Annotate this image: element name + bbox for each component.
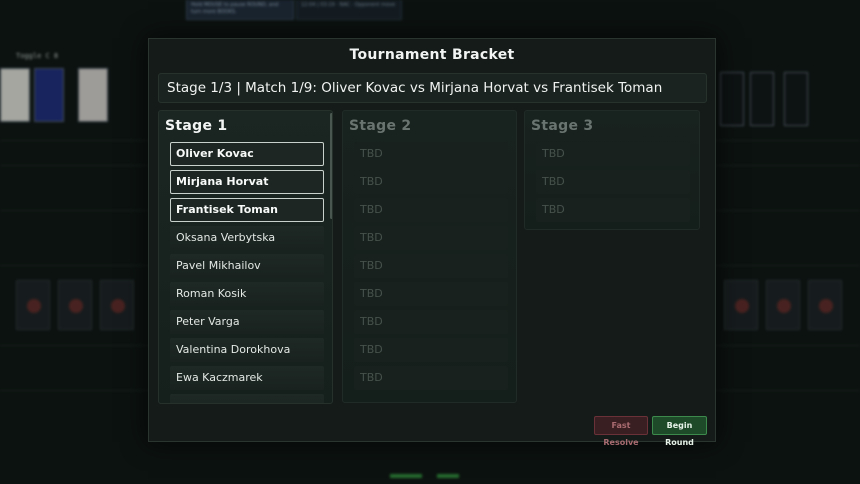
bracket-entry[interactable]: Oksana Verbytska [170,226,324,250]
bracket-entry-tbd: TBD [354,170,508,194]
bracket-entry[interactable]: Pavel Mikhailov [170,254,324,278]
fast-resolve-button[interactable]: Fast Resolve [594,416,648,447]
bracket-entry-tbd: TBD [354,254,508,278]
bracket-entry-tbd: TBD [354,282,508,306]
background-card [0,68,30,122]
current-match-info: Stage 1/3 | Match 1/9: Oliver Kovac vs M… [158,73,707,103]
bracket-entry-tbd: TBD [354,310,508,334]
stage-1-list: Oliver Kovac Mirjana Horvat Frantisek To… [170,142,324,403]
bracket-entry-tbd: TBD [354,226,508,250]
background-card [784,72,808,126]
stage-1-scrollbar[interactable] [330,113,332,219]
bracket-entry[interactable]: Roman Kosik [170,282,324,306]
stage-2-panel: Stage 2 TBD TBD TBD TBD TBD TBD TBD TBD … [342,110,517,403]
bracket-entry-tbd: TBD [536,198,690,222]
bracket-entry-tbd: TBD [536,142,690,166]
stage-3-panel: Stage 3 TBD TBD TBD [524,110,700,230]
background-slot [100,280,134,330]
bracket-entry[interactable]: Valentina Dorokhova [170,338,324,362]
background-bar [390,474,422,478]
background-slot [724,280,758,330]
bracket-entry-active[interactable]: Frantisek Toman [170,198,324,222]
background-toggle-label: Toggle C 8 [16,52,59,60]
stage-1-panel[interactable]: Stage 1 Oliver Kovac Mirjana Horvat Fran… [158,110,333,404]
background-hint-panel: Hold MOUSE to pause ROUND, and turn more… [186,0,294,20]
background-card [720,72,744,126]
begin-round-button[interactable]: Begin Round [652,416,707,447]
background-card [34,68,64,122]
bracket-entry-tbd: TBD [354,338,508,362]
bracket-entry[interactable] [170,394,324,403]
bracket-entry[interactable]: Ewa Kaczmarek [170,366,324,390]
bracket-entry-tbd: TBD [536,170,690,194]
background-card [750,72,774,126]
background-status-panel: 12:04 | 03:19 · NAC · Opponent move [296,0,402,20]
stage-3-title: Stage 3 [531,118,594,134]
bracket-entry-tbd: TBD [354,142,508,166]
background-slot [58,280,92,330]
bracket-entry-active[interactable]: Oliver Kovac [170,142,324,166]
bracket-entry[interactable]: Peter Varga [170,310,324,334]
bracket-entry-tbd: TBD [354,366,508,390]
stage-2-title: Stage 2 [349,118,412,134]
stage-1-title: Stage 1 [165,118,228,134]
background-slot [766,280,800,330]
tournament-bracket-modal: Tournament Bracket Stage 1/3 | Match 1/9… [148,38,716,447]
bracket-entry-active[interactable]: Mirjana Horvat [170,170,324,194]
stage-2-list: TBD TBD TBD TBD TBD TBD TBD TBD TBD [354,142,508,394]
stage-3-list: TBD TBD TBD [536,142,690,226]
bracket-entry-tbd: TBD [354,198,508,222]
background-bar [437,474,459,478]
background-slot [808,280,842,330]
background-slot [16,280,50,330]
background-card [78,68,108,122]
modal-title: Tournament Bracket [349,47,515,63]
